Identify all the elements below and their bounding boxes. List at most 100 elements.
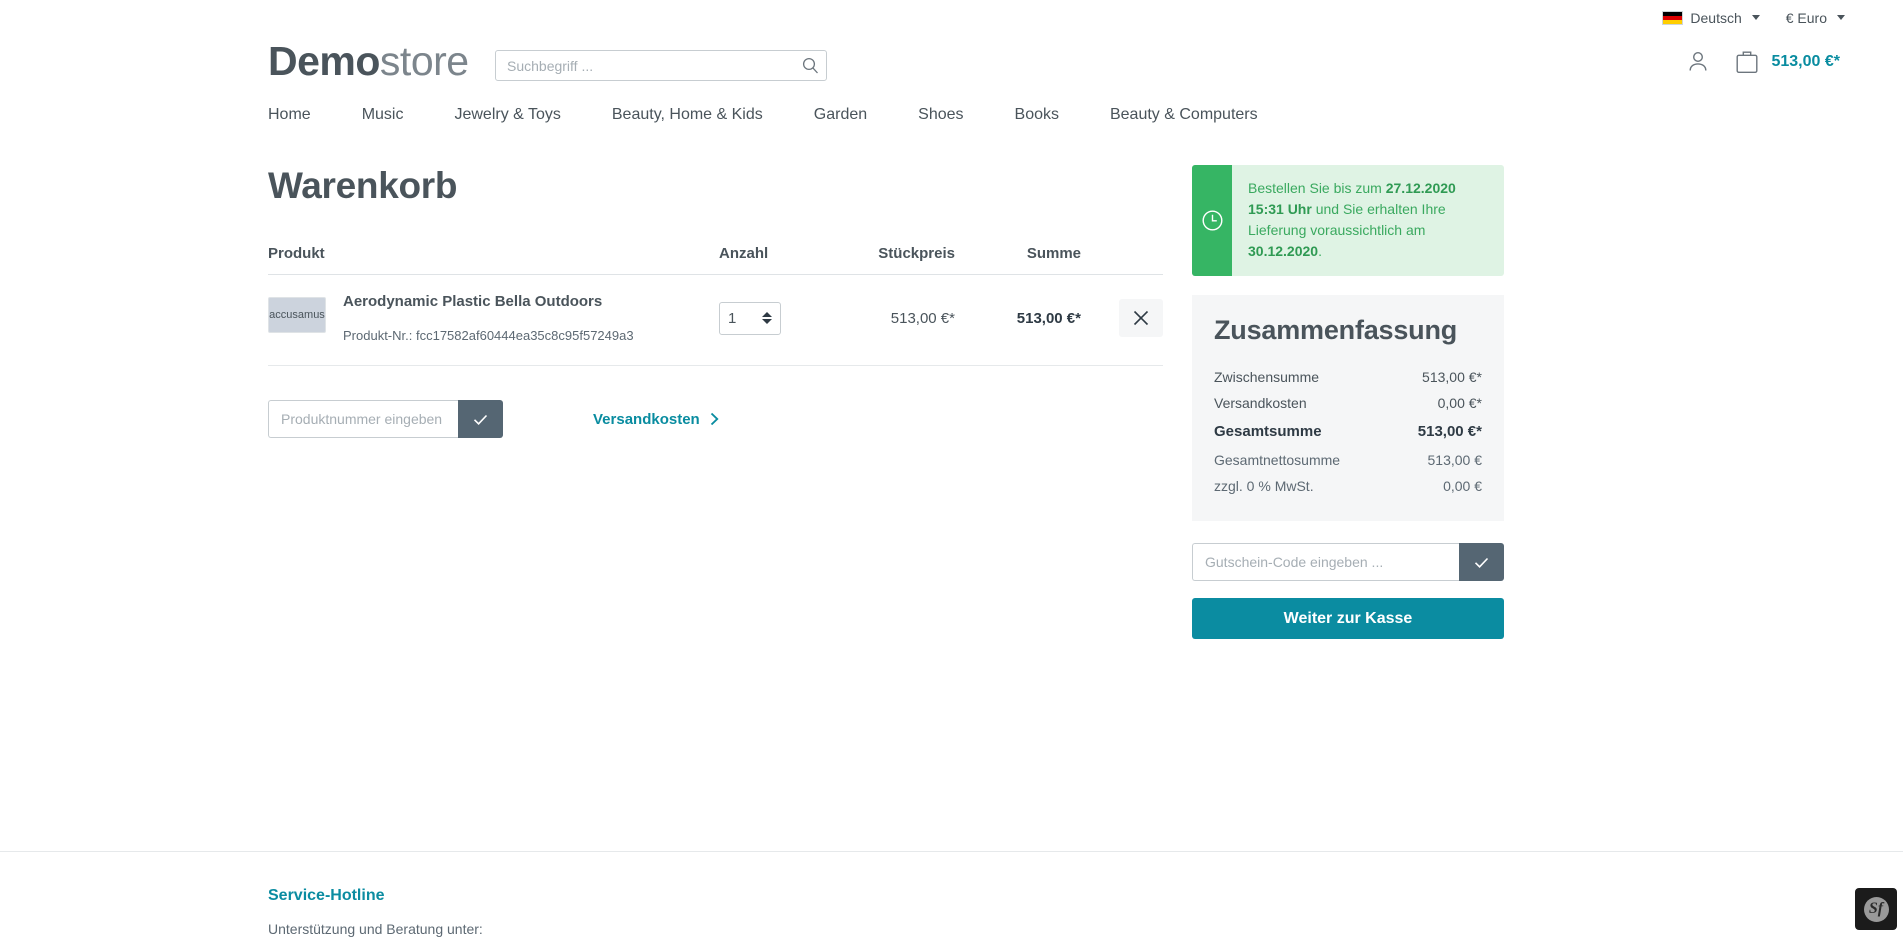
- logo-bold-part: Demo: [268, 38, 380, 84]
- cart-item-total: 513,00 €*: [1016, 309, 1081, 327]
- column-header-quantity: Anzahl: [719, 245, 769, 262]
- summary-row-shipping: Versandkosten 0,00 €*: [1214, 390, 1482, 416]
- summary-label-grand-total: Gesamtsumme: [1214, 423, 1322, 440]
- search-box: [495, 50, 827, 81]
- currency-selector[interactable]: € Euro: [1786, 10, 1845, 26]
- language-label: Deutsch: [1690, 9, 1742, 26]
- summary-value-vat: 0,00 €: [1443, 478, 1482, 494]
- notice-prefix: Bestellen Sie bis zum: [1248, 180, 1386, 196]
- nav-item-beauty-home-kids[interactable]: Beauty, Home & Kids: [612, 106, 763, 124]
- summary-label-subtotal: Zwischensumme: [1214, 369, 1320, 385]
- summary-row-vat: zzgl. 0 % MwSt. 0,00 €: [1214, 473, 1482, 499]
- table-row: accusamus Aerodynamic Plastic Bella Outd…: [268, 275, 1163, 366]
- search-icon: [802, 57, 818, 74]
- product-thumbnail[interactable]: accusamus: [268, 297, 326, 333]
- product-number: Produkt-Nr.: fcc17582af60444ea35c8c95f57…: [343, 328, 634, 343]
- summary-title: Zusammenfassung: [1214, 315, 1458, 345]
- user-icon: [1689, 51, 1707, 71]
- nav-item-home[interactable]: Home: [268, 106, 311, 124]
- top-utility-bar: Deutsch € Euro: [0, 0, 1903, 35]
- page-title: Warenkorb: [268, 165, 458, 206]
- site-logo[interactable]: Demostore: [58, 35, 473, 87]
- summary-value-grand-total: 513,00 €*: [1417, 423, 1482, 440]
- site-footer: Service-Hotline Unterstützung und Beratu…: [0, 851, 1903, 937]
- symfony-debug-toolbar-badge[interactable]: Sf: [1855, 888, 1897, 930]
- summary-row-grand-total: Gesamtsumme 513,00 €*: [1214, 416, 1482, 447]
- nav-item-shoes[interactable]: Shoes: [918, 106, 963, 124]
- search-button[interactable]: [793, 50, 827, 81]
- delivery-notice: Bestellen Sie bis zum 27.12.2020 15:31 U…: [1192, 165, 1504, 276]
- shipping-costs-link[interactable]: Versandkosten: [593, 411, 719, 428]
- quantity-spinner[interactable]: [762, 312, 772, 324]
- delivery-notice-icon-area: [1192, 165, 1232, 276]
- remove-item-button[interactable]: [1119, 299, 1163, 337]
- summary-row-net-total: Gesamtnettosumme 513,00 €: [1214, 447, 1482, 473]
- summary-label-net-total: Gesamtnettosumme: [1214, 452, 1341, 468]
- shopping-bag-icon: [1736, 51, 1758, 74]
- german-flag-icon: [1662, 10, 1684, 25]
- footer-service-hotline-title: Service-Hotline: [268, 887, 385, 904]
- product-number-input[interactable]: [268, 400, 458, 438]
- summary-label-vat: zzgl. 0 % MwSt.: [1214, 478, 1314, 494]
- cart-item-quantity: 1: [719, 301, 839, 335]
- chevron-up-icon[interactable]: [762, 312, 772, 317]
- notice-delivery-date: 30.12.2020: [1248, 243, 1319, 259]
- chevron-down-icon[interactable]: [762, 319, 772, 324]
- nav-item-music[interactable]: Music: [362, 106, 404, 124]
- account-button[interactable]: [1687, 50, 1709, 73]
- voucher-code-input[interactable]: [1192, 543, 1459, 581]
- quantity-value: 1: [728, 309, 737, 327]
- search-input[interactable]: [495, 50, 827, 81]
- summary-value-net-total: 513,00 €: [1427, 452, 1483, 468]
- notice-deadline-date: 27.12.2020: [1385, 180, 1456, 196]
- column-header-unit-price: Stückpreis: [878, 245, 955, 262]
- column-header-total: Summe: [1026, 245, 1081, 262]
- notice-suffix: .: [1318, 243, 1322, 259]
- close-icon: [1133, 310, 1149, 326]
- language-selector[interactable]: Deutsch: [1662, 9, 1760, 26]
- shipping-costs-label: Versandkosten: [593, 410, 700, 428]
- quantity-stepper[interactable]: 1: [719, 301, 781, 335]
- summary-value-shipping: 0,00 €*: [1437, 395, 1482, 411]
- product-number-label: Produkt-Nr.:: [343, 328, 413, 343]
- checkout-button[interactable]: Weiter zur Kasse: [1192, 598, 1504, 639]
- summary-label-shipping: Versandkosten: [1214, 395, 1307, 411]
- sidebar-column: Bestellen Sie bis zum 27.12.2020 15:31 U…: [1192, 165, 1504, 639]
- summary-row-subtotal: Zwischensumme 513,00 €*: [1214, 364, 1482, 390]
- product-name[interactable]: Aerodynamic Plastic Bella Outdoors: [343, 293, 634, 310]
- nav-item-jewelry-toys[interactable]: Jewelry & Toys: [454, 106, 560, 124]
- apply-voucher-button[interactable]: [1459, 543, 1504, 581]
- clock-icon: [1201, 210, 1223, 231]
- symfony-icon: Sf: [1863, 896, 1889, 922]
- notice-deadline-time: 15:31 Uhr: [1248, 201, 1312, 217]
- header-actions: 513,00 €*: [1687, 49, 1845, 74]
- logo-light-part: store: [379, 38, 469, 84]
- main-navigation: Home Music Jewelry & Toys Beauty, Home &…: [0, 97, 1903, 133]
- footer-service-hotline-subtitle: Unterstützung und Beratung unter:: [268, 921, 483, 937]
- chevron-right-icon: [710, 412, 719, 426]
- column-header-product: Produkt: [268, 245, 325, 262]
- delivery-notice-text: Bestellen Sie bis zum 27.12.2020 15:31 U…: [1232, 165, 1504, 276]
- product-thumbnail-label: accusamus: [269, 309, 325, 321]
- site-header: Demostore 513,00 €*: [0, 35, 1903, 97]
- chevron-down-icon: [1751, 15, 1760, 20]
- check-icon: [1474, 557, 1489, 568]
- voucher-form: [1192, 543, 1504, 581]
- order-summary-panel: Zusammenfassung Zwischensumme 513,00 €* …: [1192, 295, 1504, 521]
- add-product-number-button[interactable]: [458, 400, 503, 438]
- cart-button[interactable]: 513,00 €*: [1735, 49, 1840, 74]
- cart-item-unit-price: 513,00 €*: [890, 309, 955, 327]
- nav-item-beauty-computers[interactable]: Beauty & Computers: [1110, 106, 1258, 124]
- summary-value-subtotal: 513,00 €*: [1422, 369, 1482, 385]
- cart-column: Warenkorb Produkt Anzahl Stückpreis Summ…: [268, 165, 1163, 639]
- product-number-form: [268, 400, 503, 438]
- page-content: Warenkorb Produkt Anzahl Stückpreis Summ…: [0, 165, 1903, 639]
- cart-item-remove-cell: [1099, 299, 1163, 337]
- nav-item-books[interactable]: Books: [1015, 106, 1059, 124]
- chevron-down-icon: [1837, 15, 1845, 20]
- check-icon: [473, 414, 488, 425]
- cart-item-product: accusamus Aerodynamic Plastic Bella Outd…: [268, 293, 719, 343]
- cart-table-header: Produkt Anzahl Stückpreis Summe: [268, 245, 1163, 275]
- product-number-value: fcc17582af60444ea35c8c95f57249a3: [415, 328, 634, 343]
- nav-item-garden[interactable]: Garden: [814, 106, 867, 124]
